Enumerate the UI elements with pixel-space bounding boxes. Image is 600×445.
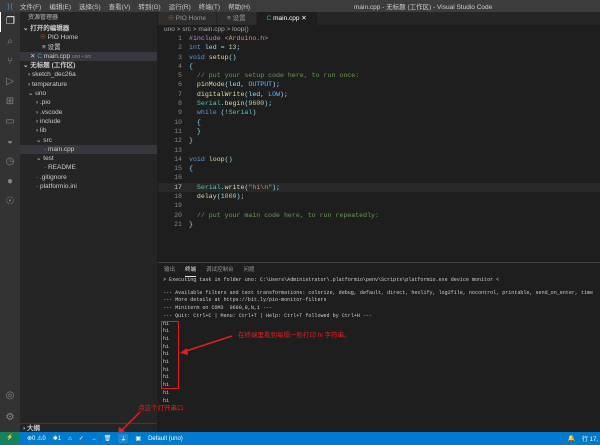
status-bar: ⚡ ⊗0 ⚠0 ✱1 ⌂ ✓ → 🗑 ⏚ ▣ Default (uno) 🔔 行… bbox=[0, 432, 600, 445]
serial-monitor-plug-icon[interactable]: ⏚ bbox=[118, 434, 129, 443]
serial-annotation: 点这个打开串口 bbox=[138, 405, 184, 412]
terminal-annotation: 在终端里看到每隔一秒打印 hi 字符串。 bbox=[238, 332, 351, 339]
problems-count[interactable]: ⊗0 ⚠0 bbox=[27, 435, 46, 442]
arrow-to-output bbox=[182, 335, 233, 353]
terminal-icon[interactable]: ▣ bbox=[135, 435, 141, 442]
branch-indicator[interactable]: ✱1 bbox=[53, 435, 61, 442]
remote-icon[interactable]: ⚡ bbox=[0, 432, 20, 445]
notification-icon[interactable]: 🔔 bbox=[568, 435, 575, 442]
upload-icon[interactable]: → bbox=[91, 436, 97, 442]
arrow-to-serial-button bbox=[119, 411, 141, 433]
clean-icon[interactable]: 🗑 bbox=[104, 435, 112, 442]
project-env[interactable]: Default (uno) bbox=[148, 436, 183, 442]
pio-home-icon[interactable]: ⌂ bbox=[68, 436, 72, 442]
cursor-position[interactable]: 行 17, bbox=[582, 434, 598, 443]
annotation-arrows bbox=[118, 335, 233, 435]
arrowhead bbox=[180, 348, 188, 355]
build-icon[interactable]: ✓ bbox=[79, 435, 84, 442]
